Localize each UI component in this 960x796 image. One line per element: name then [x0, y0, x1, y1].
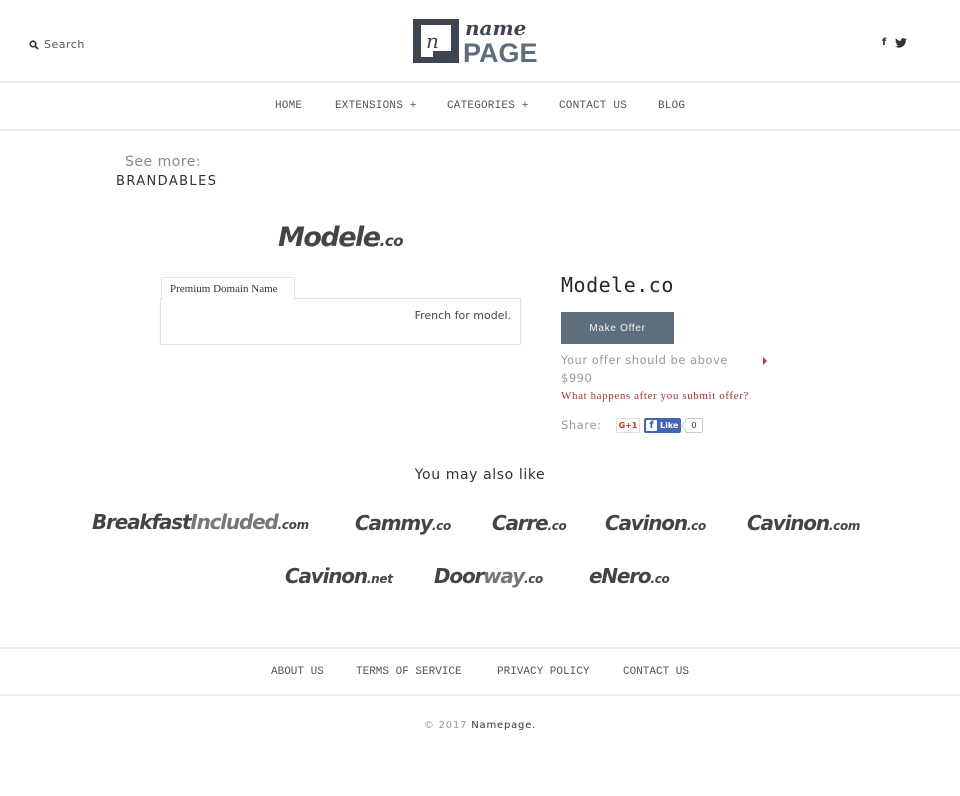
- social-links: f: [882, 37, 908, 48]
- offer-note: Your offer should be above: [561, 353, 728, 367]
- domain-logo: Modele.co: [278, 222, 404, 253]
- caret-right-icon[interactable]: [763, 357, 767, 365]
- footer-link-about[interactable]: ABOUT US: [271, 666, 324, 678]
- related-domain-cavinon-com[interactable]: Cavinon.com: [747, 511, 860, 535]
- search-label: Search: [44, 38, 85, 51]
- offer-minimum: $990: [561, 371, 593, 385]
- logo-name: name: [465, 17, 526, 40]
- related-domain-cammy[interactable]: Cammy.co: [355, 511, 451, 535]
- google-plus-button[interactable]: G+1: [616, 418, 640, 433]
- related-domain-cavinon-net[interactable]: Cavinon.net: [285, 564, 393, 588]
- domain-description: French for model.: [414, 309, 511, 322]
- footer-link-contact[interactable]: CONTACT US: [623, 666, 689, 678]
- facebook-like-label: Like: [660, 421, 679, 430]
- search-link[interactable]: Search: [29, 38, 85, 51]
- main-nav: HOME EXTENSIONS + CATEGORIES + CONTACT U…: [0, 85, 960, 131]
- related-domain-cavinon-co[interactable]: Cavinon.co: [605, 511, 706, 535]
- footer-link-privacy[interactable]: PRIVACY POLICY: [497, 666, 589, 678]
- tab-panel: French for model.: [160, 298, 521, 345]
- twitter-icon[interactable]: [895, 37, 908, 48]
- related-domain-breakfastincluded[interactable]: BreakfastIncluded.com: [92, 510, 309, 534]
- nav-item-blog[interactable]: BLOG: [658, 100, 685, 112]
- nav-item-home[interactable]: HOME: [275, 100, 302, 112]
- nav-item-contact[interactable]: CONTACT US: [559, 100, 627, 112]
- related-domain-doorway[interactable]: Doorway.co: [434, 564, 543, 588]
- see-more-label: See more:: [125, 154, 202, 170]
- also-like-title: You may also like: [414, 467, 546, 483]
- facebook-like-count: 0: [685, 418, 703, 433]
- copyright-brand-link[interactable]: Namepage.: [471, 720, 536, 731]
- facebook-like-button[interactable]: f Like: [644, 418, 681, 433]
- facebook-icon[interactable]: f: [882, 37, 886, 48]
- logo-page: PAGE: [463, 38, 538, 65]
- facebook-icon: f: [646, 420, 657, 431]
- nav-item-categories[interactable]: CATEGORIES +: [447, 100, 529, 112]
- site-header: Search n name PAGE f: [0, 0, 960, 83]
- footer-nav: ABOUT US TERMS OF SERVICE PRIVACY POLICY…: [0, 647, 960, 696]
- share-label: Share:: [561, 418, 602, 432]
- related-domain-carre[interactable]: Carre.co: [492, 511, 567, 535]
- make-offer-button[interactable]: Make Offer: [561, 312, 674, 344]
- copyright: © 2017 Namepage.: [0, 720, 960, 731]
- namepage-logo[interactable]: n name PAGE: [413, 17, 549, 65]
- copyright-year: © 2017: [423, 720, 468, 731]
- domain-logo-name: Modele: [278, 222, 381, 253]
- search-icon: [29, 39, 39, 50]
- domain-logo-tld: .co: [379, 232, 404, 250]
- brandables-link[interactable]: BRANDABLES: [116, 174, 217, 189]
- what-happens-link[interactable]: What happens after you submit offer?: [561, 390, 749, 402]
- domain-title: Modele.co: [561, 273, 674, 297]
- footer-link-terms[interactable]: TERMS OF SERVICE: [356, 666, 462, 678]
- tab-premium-domain-name[interactable]: Premium Domain Name: [161, 277, 295, 300]
- nav-item-extensions[interactable]: EXTENSIONS +: [335, 100, 417, 112]
- related-domain-enero[interactable]: eNero.co: [589, 564, 670, 588]
- logo-letter: n: [426, 29, 439, 53]
